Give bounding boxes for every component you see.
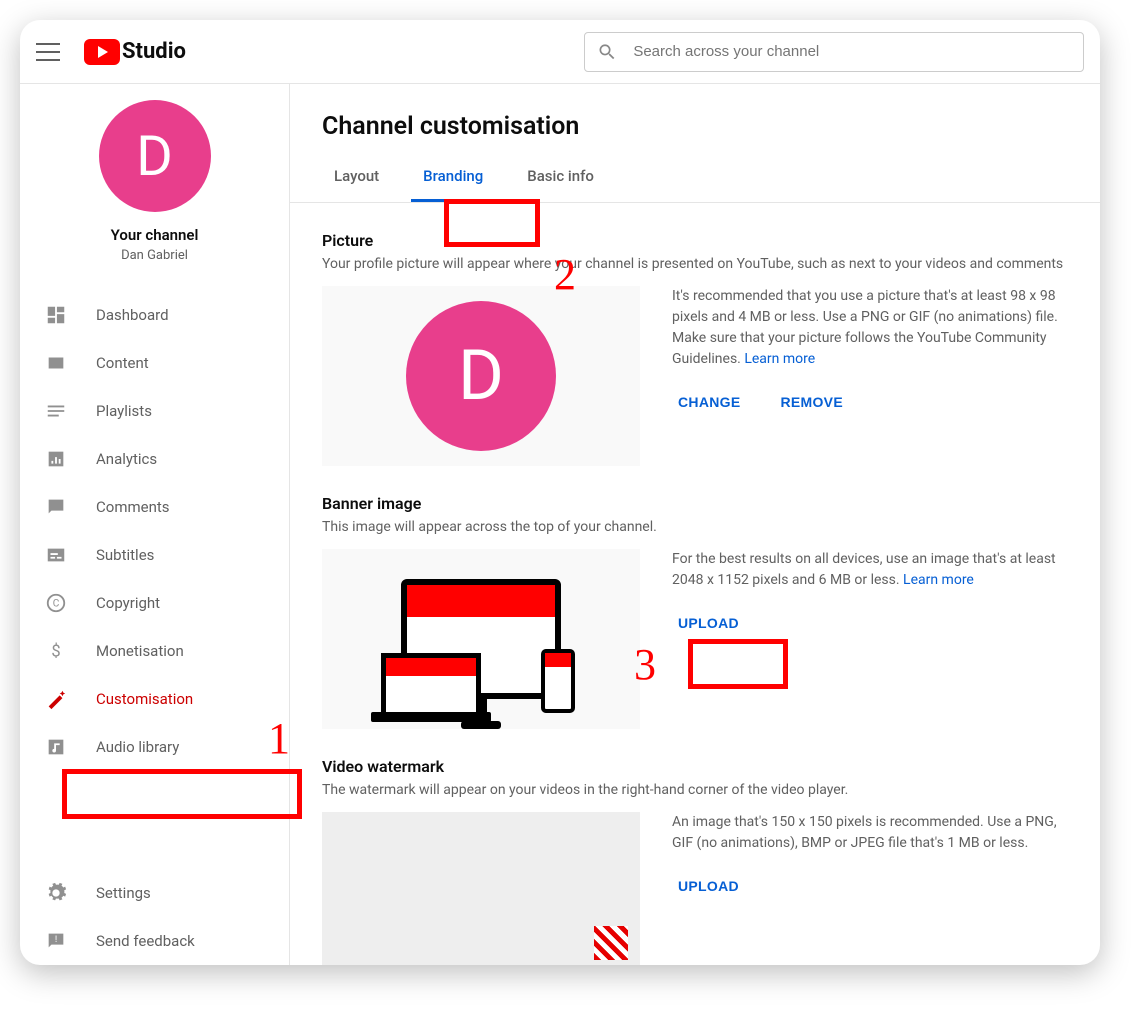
copyright-icon: C: [44, 591, 68, 615]
banner-learn-more-link[interactable]: Learn more: [903, 572, 974, 588]
search-icon: [597, 41, 617, 63]
section-picture: Picture Your profile picture will appear…: [290, 203, 1100, 466]
sidebar-item-label: Analytics: [96, 450, 157, 468]
sidebar-item-dashboard[interactable]: Dashboard: [20, 291, 289, 339]
svg-text:C: C: [53, 599, 60, 610]
watermark-info: An image that's 150 x 150 pixels is reco…: [672, 812, 1068, 854]
picture-desc: Your profile picture will appear where y…: [322, 256, 1068, 272]
svg-text:$: $: [51, 643, 60, 662]
banner-info: For the best results on all devices, use…: [672, 549, 1068, 591]
channel-name: Dan Gabriel: [121, 248, 188, 263]
playlists-icon: [44, 399, 68, 423]
tab-layout[interactable]: Layout: [322, 153, 391, 202]
analytics-icon: [44, 447, 68, 471]
sidebar: D Your channel Dan Gabriel Dashboard Con…: [20, 84, 290, 965]
sidebar-item-label: Comments: [96, 498, 170, 516]
page-title: Channel customisation: [290, 84, 1100, 153]
topbar: Studio: [20, 20, 1100, 84]
sidebar-item-label: Monetisation: [96, 642, 184, 660]
annotation-number-2: 2: [554, 249, 576, 300]
banner-desc: This image will appear across the top of…: [322, 519, 1068, 535]
tab-branding[interactable]: Branding: [411, 153, 495, 202]
picture-learn-more-link[interactable]: Learn more: [744, 351, 815, 367]
tab-basic-info[interactable]: Basic info: [515, 153, 606, 202]
audio-icon: [44, 735, 68, 759]
sidebar-item-label: Send feedback: [96, 932, 195, 950]
main-content: Channel customisation Layout Branding Ba…: [290, 84, 1100, 965]
wand-icon: [44, 687, 68, 711]
sidebar-item-copyright[interactable]: C Copyright: [20, 579, 289, 627]
comments-icon: [44, 495, 68, 519]
sidebar-item-label: Playlists: [96, 402, 152, 420]
menu-icon[interactable]: [36, 40, 60, 64]
dashboard-icon: [44, 303, 68, 327]
logo[interactable]: Studio: [84, 39, 186, 65]
section-banner: Banner image This image will appear acro…: [290, 466, 1100, 729]
sidebar-item-settings[interactable]: Settings: [20, 869, 289, 917]
tabs: Layout Branding Basic info: [290, 153, 1100, 203]
logo-text: Studio: [122, 39, 186, 64]
banner-preview: [322, 549, 640, 729]
gear-icon: [44, 881, 68, 905]
sidebar-item-label: Content: [96, 354, 149, 372]
annotation-number-3: 3: [634, 639, 656, 690]
banner-heading: Banner image: [322, 494, 1068, 513]
youtube-icon: [84, 39, 120, 65]
sidebar-item-comments[interactable]: Comments: [20, 483, 289, 531]
sidebar-item-subtitles[interactable]: Subtitles: [20, 531, 289, 579]
subtitles-icon: [44, 543, 68, 567]
search-input[interactable]: [633, 43, 1071, 60]
picture-preview: D: [322, 286, 640, 466]
picture-heading: Picture: [322, 231, 1068, 250]
devices-illustration-icon: [401, 579, 561, 699]
your-channel-label: Your channel: [111, 226, 199, 244]
sidebar-item-monetisation[interactable]: $ Monetisation: [20, 627, 289, 675]
annotation-number-1: 1: [268, 713, 290, 764]
sidebar-item-label: Settings: [96, 884, 151, 902]
sidebar-item-audio-library[interactable]: Audio library: [20, 723, 289, 771]
channel-avatar[interactable]: D: [99, 100, 211, 212]
section-watermark: Video watermark The watermark will appea…: [290, 729, 1100, 965]
change-button[interactable]: CHANGE: [672, 390, 746, 414]
feedback-icon: !: [44, 929, 68, 953]
sidebar-item-playlists[interactable]: Playlists: [20, 387, 289, 435]
dollar-icon: $: [44, 639, 68, 663]
watermark-upload-button[interactable]: UPLOAD: [672, 874, 745, 898]
sidebar-item-label: Audio library: [96, 738, 179, 756]
watermark-desc: The watermark will appear on your videos…: [322, 782, 1068, 798]
remove-button[interactable]: REMOVE: [774, 390, 848, 414]
sidebar-item-label: Customisation: [96, 690, 193, 708]
sidebar-item-customisation[interactable]: Customisation: [20, 675, 289, 723]
picture-avatar: D: [406, 301, 556, 451]
watermark-heading: Video watermark: [322, 757, 1068, 776]
sidebar-item-analytics[interactable]: Analytics: [20, 435, 289, 483]
sidebar-item-content[interactable]: Content: [20, 339, 289, 387]
sidebar-item-label: Dashboard: [96, 306, 169, 324]
svg-text:!: !: [55, 935, 57, 945]
watermark-preview: [322, 812, 640, 965]
content-icon: [44, 351, 68, 375]
search-box[interactable]: [584, 32, 1084, 72]
sidebar-item-label: Copyright: [96, 594, 160, 612]
picture-info: It's recommended that you use a picture …: [672, 286, 1068, 370]
sidebar-item-label: Subtitles: [96, 546, 154, 564]
watermark-icon: [594, 926, 628, 960]
sidebar-item-feedback[interactable]: ! Send feedback: [20, 917, 289, 965]
banner-upload-button[interactable]: UPLOAD: [672, 611, 745, 635]
